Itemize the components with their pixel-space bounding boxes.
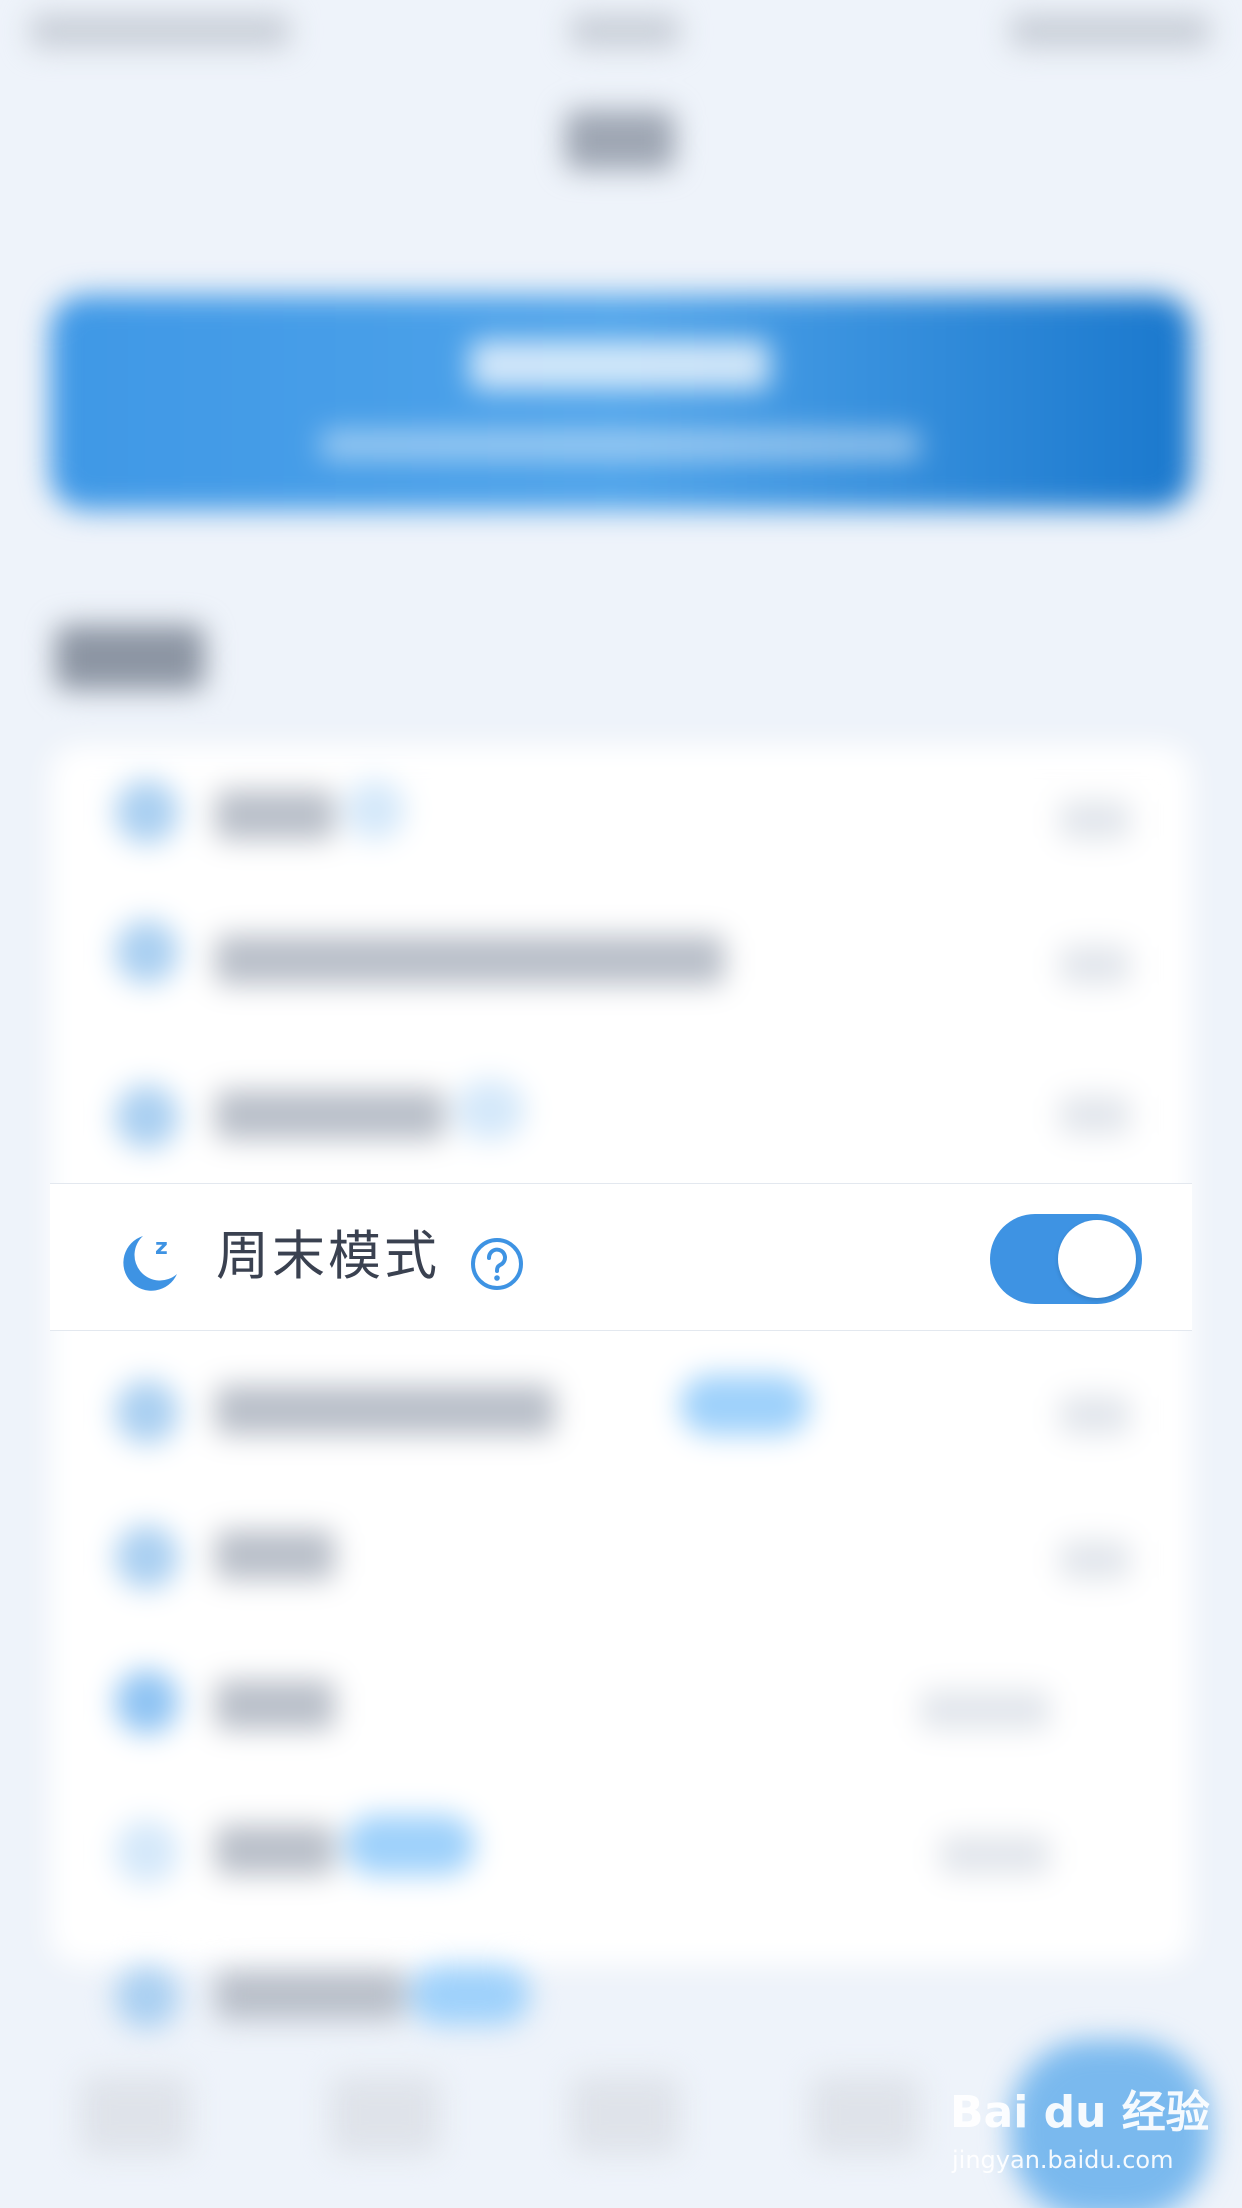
list-item-icon [115, 1085, 179, 1149]
list-item-icon [115, 1820, 179, 1884]
list-item-badge-blur [680, 1375, 810, 1435]
status-left-blur [30, 14, 290, 48]
status-time-blur [570, 14, 680, 48]
banner-subtitle-blur [320, 430, 920, 460]
list-item-icon [115, 1670, 179, 1734]
weekend-mode-row[interactable]: z 周末模式 [50, 1183, 1192, 1331]
list-item-icon [115, 1525, 179, 1589]
watermark-url: jingyan.baidu.com [952, 2146, 1174, 2174]
list-item-text-blur [215, 935, 725, 985]
nav-title-blur [565, 110, 675, 170]
list-item-icon [115, 1380, 179, 1444]
list-item-text-blur [215, 1385, 555, 1435]
question-circle-icon[interactable] [470, 1237, 524, 1291]
list-item-text-blur [215, 790, 335, 840]
list-item-tag-blur [345, 780, 405, 840]
tab-item-blur[interactable] [330, 2075, 440, 2155]
list-item-icon [115, 920, 179, 984]
list-item-arrow-blur [1060, 1540, 1130, 1580]
list-item-arrow-blur [1060, 1095, 1130, 1135]
list-item-badge-blur [410, 1965, 530, 2025]
list-item-text-blur [215, 1825, 335, 1875]
weekend-mode-toggle[interactable] [990, 1214, 1142, 1304]
banner-title-blur [470, 340, 770, 390]
toggle-knob [1058, 1220, 1136, 1298]
promo-banner[interactable] [50, 295, 1192, 510]
baidu-jingyan-watermark: Bai du 经验 jingyan.baidu.com [950, 2085, 1210, 2185]
tab-item-blur[interactable] [810, 2075, 920, 2155]
status-bar [0, 0, 1242, 60]
list-item-text-blur [215, 1530, 335, 1580]
list-item-arrow-blur [1060, 800, 1130, 840]
weekend-mode-label: 周末模式 [216, 1226, 440, 1287]
tab-item-blur[interactable] [570, 2075, 680, 2155]
list-item-text-blur [215, 1680, 335, 1730]
list-item-value-blur [920, 1690, 1050, 1730]
settings-list-card [50, 745, 1192, 1965]
blurred-background [0, 0, 1242, 2208]
list-item-value-blur [940, 1835, 1050, 1875]
list-item-arrow-blur [1060, 945, 1130, 985]
list-item-icon [115, 780, 179, 844]
status-right-blur [1010, 14, 1210, 48]
section-title-blur [55, 625, 205, 690]
list-item-text-blur [215, 1970, 405, 2020]
screen: z 周末模式 Bai du 经验 jingyan.baidu.com [0, 0, 1242, 2208]
list-item-badge-blur [345, 1815, 475, 1875]
watermark-brand: Bai du 经验 [950, 2087, 1210, 2138]
list-item-arrow-blur [1060, 1395, 1130, 1435]
tab-item-blur[interactable] [80, 2075, 190, 2155]
list-item-text-blur [215, 1090, 445, 1140]
list-item-tag-blur [455, 1080, 525, 1140]
list-item-icon [115, 1965, 179, 2029]
moon-sleep-icon: z [123, 1235, 177, 1291]
svg-text:z: z [155, 1235, 168, 1260]
